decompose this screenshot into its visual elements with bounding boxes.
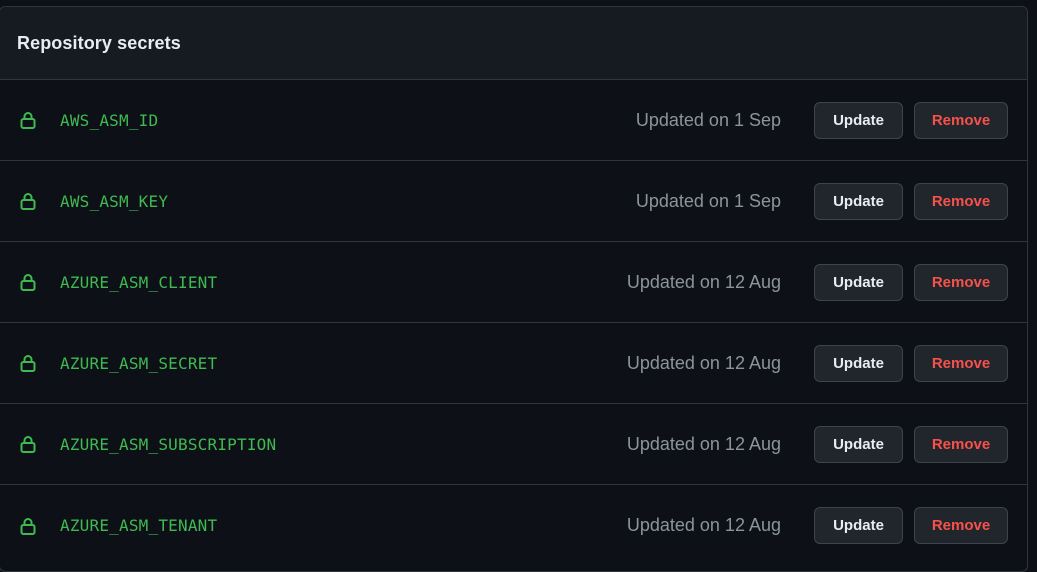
secret-updated-date: Updated on 12 Aug [626,271,781,292]
secrets-list: AWS_ASM_ID Updated on 1 Sep Update Remov… [0,80,1027,566]
secret-row: AZURE_ASM_TENANT Updated on 12 Aug Updat… [0,485,1027,566]
secret-row: AWS_ASM_ID Updated on 1 Sep Update Remov… [0,80,1027,161]
repository-secrets-panel: Repository secrets AWS_ASM_ID Updated on… [0,6,1028,572]
panel-header: Repository secrets [0,7,1027,80]
lock-icon [19,353,37,373]
secret-name: AZURE_ASM_SECRET [60,353,218,373]
secret-name: AZURE_ASM_SUBSCRIPTION [60,434,277,454]
update-button[interactable]: Update [814,263,903,301]
remove-button[interactable]: Remove [914,425,1008,463]
secret-updated-date: Updated on 1 Sep [635,109,781,130]
secret-updated-date: Updated on 12 Aug [626,515,781,535]
secret-updated-date: Updated on 12 Aug [626,352,781,373]
secret-row: AZURE_ASM_CLIENT Updated on 12 Aug Updat… [0,242,1027,323]
secret-name: AZURE_ASM_CLIENT [60,272,218,292]
lock-icon [19,516,37,536]
secret-name: AWS_ASM_ID [60,110,159,130]
secret-name: AZURE_ASM_TENANT [60,516,218,535]
lock-icon [19,434,37,454]
update-button[interactable]: Update [814,101,903,139]
update-button[interactable]: Update [814,344,903,382]
secret-updated-date: Updated on 1 Sep [635,190,781,211]
update-button[interactable]: Update [814,182,903,220]
secret-row: AZURE_ASM_SECRET Updated on 12 Aug Updat… [0,323,1027,404]
remove-button[interactable]: Remove [914,263,1008,301]
secret-updated-date: Updated on 12 Aug [626,433,781,454]
panel-title: Repository secrets [17,32,181,53]
secret-row: AWS_ASM_KEY Updated on 1 Sep Update Remo… [0,161,1027,242]
remove-button[interactable]: Remove [914,507,1008,544]
update-button[interactable]: Update [814,425,903,463]
lock-icon [19,110,37,130]
lock-icon [19,191,37,211]
remove-button[interactable]: Remove [914,344,1008,382]
secret-name: AWS_ASM_KEY [60,191,169,211]
update-button[interactable]: Update [814,507,903,544]
remove-button[interactable]: Remove [914,101,1008,139]
lock-icon [19,272,37,292]
remove-button[interactable]: Remove [914,182,1008,220]
secret-row: AZURE_ASM_SUBSCRIPTION Updated on 12 Aug… [0,404,1027,485]
